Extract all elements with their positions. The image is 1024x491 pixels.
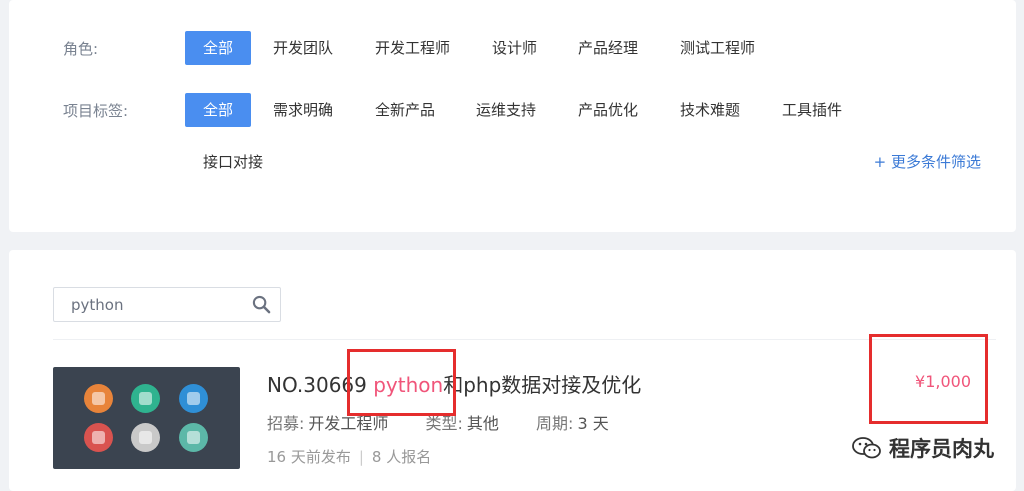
bug-icon	[84, 384, 113, 413]
watermark-text: 程序员肉丸	[889, 437, 994, 461]
divider	[53, 339, 996, 340]
signup-count: 8 人报名	[371, 448, 432, 466]
search-box	[53, 287, 281, 322]
role-chip-tester[interactable]: 测试工程师	[680, 31, 755, 65]
project-title-rest: 和php数据对接及优化	[443, 373, 642, 397]
windows-icon	[179, 384, 208, 413]
role-chip-dev-team[interactable]: 开发团队	[273, 31, 333, 65]
filter-panel: 角色: 全部 开发团队 开发工程师 设计师 产品经理 测试工程师 项目标签: 全…	[9, 0, 1016, 232]
info-separator: |	[358, 448, 364, 466]
role-label: 角色:	[63, 40, 99, 58]
role-chip-developer[interactable]: 开发工程师	[375, 31, 450, 65]
recruit-value: 开发工程师	[308, 414, 389, 433]
project-info: 16 天前发布 | 8 人报名	[267, 446, 431, 467]
type-key: 类型:	[425, 414, 463, 433]
period-key: 周期:	[536, 414, 574, 433]
browser-icon	[84, 423, 113, 452]
wechat-icon	[852, 437, 881, 459]
compass-icon	[131, 384, 160, 413]
annotation-box-keyword	[347, 349, 456, 416]
role-chip-pm[interactable]: 产品经理	[578, 31, 638, 65]
search-icon[interactable]	[252, 295, 271, 314]
tag-chip-all[interactable]: 全部	[185, 93, 251, 127]
search-input[interactable]	[54, 288, 244, 321]
watermark: 程序员肉丸	[852, 433, 994, 463]
period-value: 3 天	[577, 414, 609, 433]
more-icon	[179, 423, 208, 452]
tag-chip-api-integration[interactable]: 接口对接	[203, 145, 263, 179]
project-thumbnail[interactable]	[53, 367, 240, 469]
tag-chip-product-optimize[interactable]: 产品优化	[578, 93, 638, 127]
tag-chip-tech-challenge[interactable]: 技术难题	[680, 93, 740, 127]
tag-chip-new-product[interactable]: 全新产品	[375, 93, 435, 127]
role-chip-all[interactable]: 全部	[185, 31, 251, 65]
link-icon	[131, 423, 160, 452]
role-chip-designer[interactable]: 设计师	[492, 31, 537, 65]
tag-chip-tool-plugin[interactable]: 工具插件	[782, 93, 842, 127]
tag-chip-ops-support[interactable]: 运维支持	[476, 93, 536, 127]
more-filters-link[interactable]: + 更多条件筛选	[874, 151, 981, 172]
recruit-key: 招募:	[267, 414, 305, 433]
published-time: 16 天前发布	[267, 448, 351, 466]
tag-chip-clear-requirements[interactable]: 需求明确	[273, 93, 333, 127]
tags-label: 项目标签:	[63, 102, 129, 120]
type-value: 其他	[466, 414, 499, 433]
annotation-box-price	[869, 334, 988, 424]
